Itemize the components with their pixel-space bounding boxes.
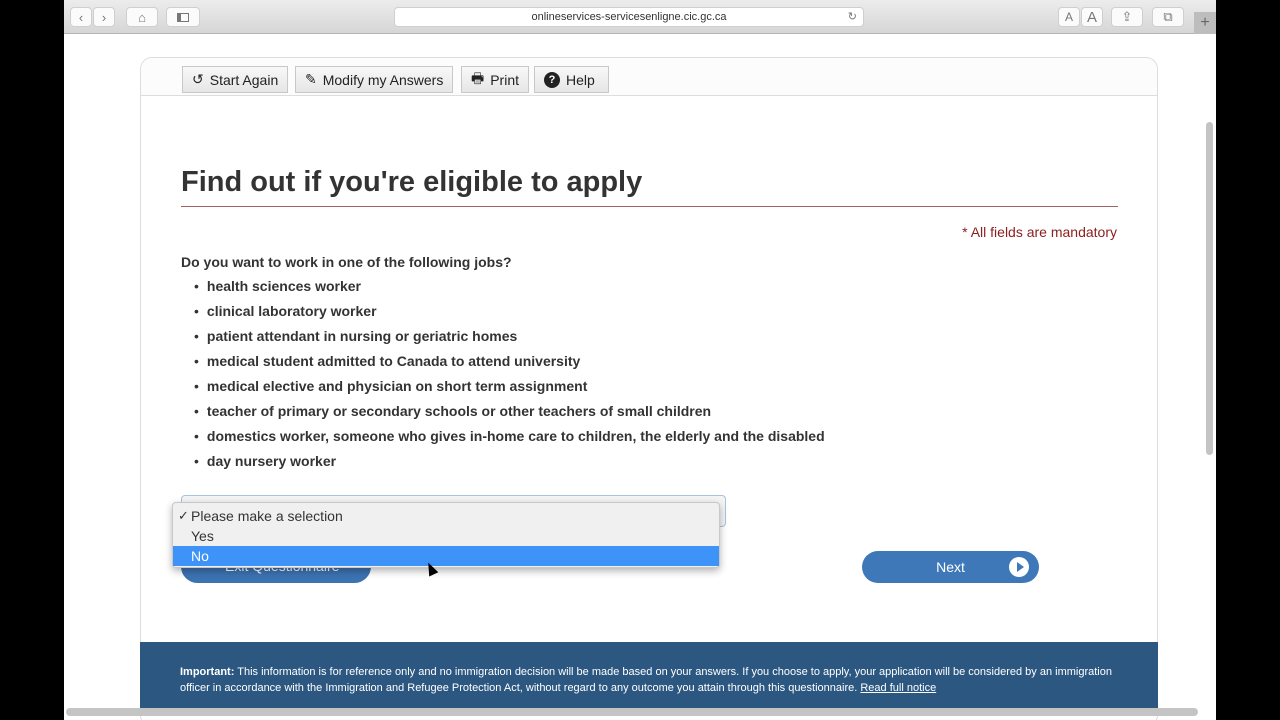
start-again-label: Start Again [209, 71, 279, 88]
read-full-notice-link[interactable]: Read full notice [860, 682, 936, 694]
back-button[interactable]: ‹ [70, 7, 92, 27]
print-button[interactable]: 🖶 Print [461, 66, 530, 93]
new-tab-button[interactable]: + [1194, 12, 1216, 34]
help-label: Help [566, 71, 595, 88]
checkmark-icon: ✓ [178, 508, 189, 523]
page-title: Find out if you're eligible to apply [181, 166, 643, 198]
url-text: onlineservices-servicesenligne.cic.gc.ca [531, 11, 727, 23]
start-again-button[interactable]: ↺ Start Again [182, 66, 289, 93]
font-small-icon: A [1064, 10, 1073, 24]
home-button[interactable]: ⌂ [126, 7, 158, 27]
option-label: No [191, 548, 209, 564]
list-item: medical student admitted to Canada to at… [194, 353, 825, 378]
chevron-left-icon: ‹ [78, 9, 84, 25]
mandatory-note: * All fields are mandatory [962, 224, 1117, 240]
home-icon: ⌂ [138, 9, 146, 25]
forward-button[interactable]: › [93, 7, 115, 27]
answer-dropdown-menu: ✓ Please make a selection Yes No [172, 502, 720, 568]
list-item: teacher of primary or secondary schools … [194, 403, 825, 428]
option-label: Yes [191, 528, 214, 544]
modify-label: Modify my Answers [322, 71, 444, 88]
vertical-scrollbar[interactable] [1206, 122, 1213, 455]
question-circle-icon: ? [544, 71, 560, 88]
list-item: day nursery worker [194, 453, 825, 478]
important-notice: Important: This information is for refer… [140, 642, 1158, 708]
font-smaller-button[interactable]: A [1058, 7, 1080, 27]
horizontal-scrollbar[interactable] [66, 708, 1198, 716]
jobs-list: health sciences worker clinical laborato… [194, 278, 825, 478]
font-larger-button[interactable]: A [1081, 7, 1103, 27]
tabs-icon: ⧉ [1163, 9, 1173, 24]
pencil-icon: ✎ [305, 71, 317, 87]
refresh-icon: ↺ [192, 71, 204, 87]
share-icon: ⇪ [1121, 9, 1133, 24]
notice-bold: Important: [180, 666, 235, 678]
option-label: Please make a selection [191, 508, 343, 524]
chevron-right-icon: › [101, 9, 107, 25]
tabs-button[interactable]: ⧉ [1152, 7, 1184, 27]
question-label: Do you want to work in one of the follow… [181, 254, 512, 270]
notice-text: This information is for reference only a… [180, 666, 1112, 694]
play-circle-icon [1009, 557, 1029, 577]
font-large-icon: A [1086, 8, 1097, 26]
list-item: patient attendant in nursing or geriatri… [194, 328, 825, 353]
modify-answers-button[interactable]: ✎ Modify my Answers [295, 66, 454, 93]
plus-icon: + [1200, 14, 1210, 31]
option-please-select[interactable]: ✓ Please make a selection [173, 506, 719, 526]
list-item: medical elective and physician on short … [194, 378, 825, 403]
reload-icon[interactable]: ↻ [848, 8, 857, 27]
option-yes[interactable]: Yes [173, 526, 719, 546]
page-toolbar: ↺ Start Again ✎ Modify my Answers 🖶 Print ?… [141, 58, 1157, 96]
browser-toolbar: ‹ › ⌂ onlineservices-servicesenligne.cic… [64, 0, 1216, 34]
share-button[interactable]: ⇪ [1111, 7, 1143, 27]
sidebar-button[interactable] [166, 7, 200, 27]
printer-icon: 🖶 [471, 69, 485, 86]
title-divider [181, 206, 1118, 207]
list-item: clinical laboratory worker [194, 303, 825, 328]
sidebar-icon [177, 12, 189, 22]
print-label: Print [490, 71, 520, 88]
list-item: health sciences worker [194, 278, 825, 303]
help-button[interactable]: ? Help [534, 66, 609, 93]
browser-window: ‹ › ⌂ onlineservices-servicesenligne.cic… [64, 0, 1216, 720]
list-item: domestics worker, someone who gives in-h… [194, 428, 825, 453]
next-button[interactable]: Next [862, 551, 1039, 583]
option-no[interactable]: No [173, 546, 719, 566]
address-bar[interactable]: onlineservices-servicesenligne.cic.gc.ca… [394, 7, 864, 27]
next-label: Next [936, 559, 965, 575]
